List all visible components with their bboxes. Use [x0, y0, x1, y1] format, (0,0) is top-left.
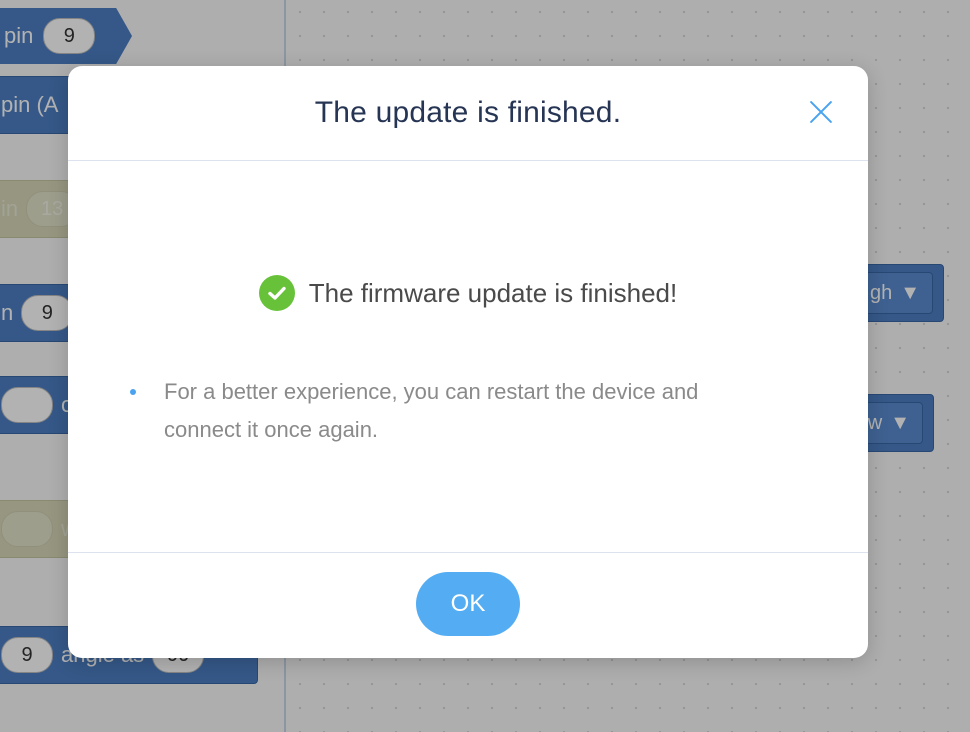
dialog-title: The update is finished.: [314, 96, 622, 129]
check-circle-icon: [258, 275, 295, 311]
bullet-icon: [130, 389, 136, 395]
dialog-body: The firmware update is finished! For a b…: [68, 161, 868, 553]
dialog-footer: OK: [68, 553, 868, 658]
tip-text: For a better experience, you can restart…: [164, 379, 699, 442]
tips-list: For a better experience, you can restart…: [128, 373, 748, 449]
check-mark-icon: [268, 286, 286, 300]
status-message: The firmware update is finished!: [308, 277, 678, 308]
update-finished-dialog: The update is finished. The firmware upd…: [68, 66, 868, 658]
dialog-header: The update is finished.: [68, 66, 868, 161]
status-row: The firmware update is finished!: [68, 275, 868, 311]
tip-item: For a better experience, you can restart…: [128, 373, 748, 449]
editor-workspace: pin 9 pin (A in 13 n 9 out with 9 angle …: [0, 0, 970, 732]
close-icon[interactable]: [808, 99, 834, 125]
ok-button[interactable]: OK: [416, 572, 520, 636]
